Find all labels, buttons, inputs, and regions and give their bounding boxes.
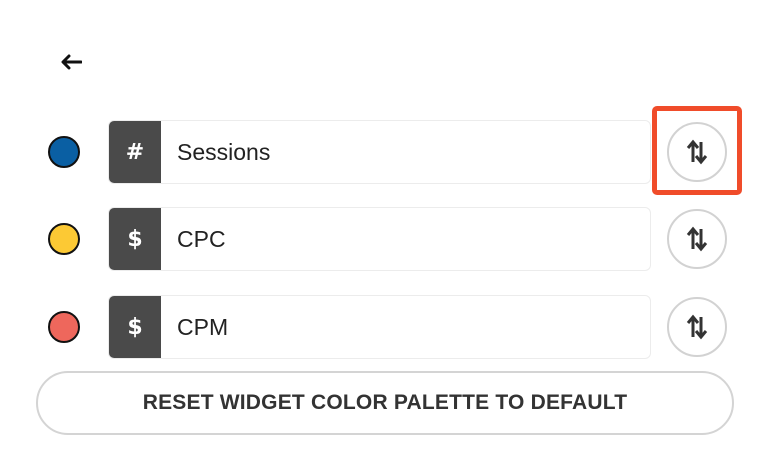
back-button[interactable] xyxy=(56,48,86,76)
reorder-button-cpm[interactable] xyxy=(667,297,727,357)
metric-type-badge: $ xyxy=(109,296,161,358)
metric-type-badge: # xyxy=(109,121,161,183)
sort-up-down-icon xyxy=(686,314,708,340)
metric-name-label: Sessions xyxy=(177,138,271,165)
sort-up-down-icon xyxy=(686,139,708,165)
reset-palette-button[interactable]: RESET WIDGET COLOR PALETTE TO DEFAULT xyxy=(36,371,734,435)
metric-name-label: CPC xyxy=(177,225,226,252)
metric-field-cpm: $ CPM xyxy=(108,295,651,359)
metric-field-sessions: # Sessions xyxy=(108,120,651,184)
sort-up-down-icon xyxy=(686,226,708,252)
metric-row-cpc: $ CPC xyxy=(0,207,762,273)
arrow-left-icon xyxy=(61,54,82,70)
reorder-button-cpc[interactable] xyxy=(667,209,727,269)
metric-row-sessions: # Sessions xyxy=(0,120,762,186)
color-palette-editor: # Sessions $ CPC $ CPM RESET WIDGET COLO… xyxy=(0,0,762,464)
color-swatch-cpc[interactable] xyxy=(48,223,80,255)
metric-row-cpm: $ CPM xyxy=(0,295,762,361)
reorder-button-sessions[interactable] xyxy=(667,122,727,182)
color-swatch-sessions[interactable] xyxy=(48,136,80,168)
metric-name-label: CPM xyxy=(177,313,229,340)
color-swatch-cpm[interactable] xyxy=(48,311,80,343)
metric-field-cpc: $ CPC xyxy=(108,207,651,271)
metric-type-badge: $ xyxy=(109,208,161,270)
